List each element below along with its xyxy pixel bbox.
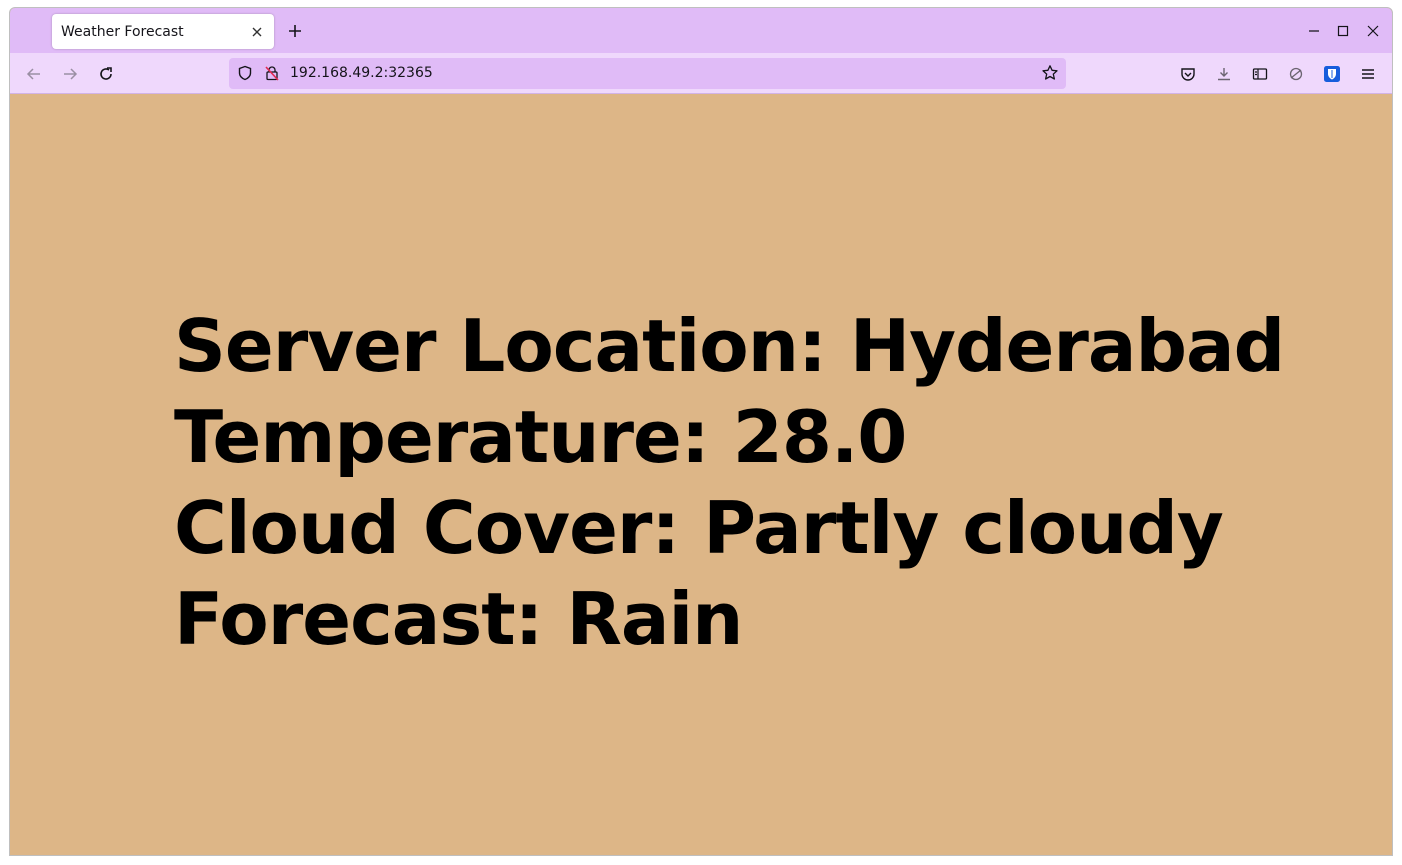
tab-bar: Weather Forecast [10, 8, 1392, 53]
pocket-icon[interactable] [1175, 61, 1201, 87]
shield-icon[interactable] [236, 64, 254, 82]
url-text: 192.168.49.2:32365 [290, 65, 433, 81]
download-icon[interactable] [1211, 61, 1237, 87]
close-window-icon[interactable] [1362, 20, 1384, 42]
page-content: Server Location: Hyderabad Temperature: … [10, 94, 1392, 855]
server-location-line: Server Location: Hyderabad [174, 304, 1285, 388]
cloud-cover-line: Cloud Cover: Partly cloudy [174, 486, 1224, 570]
navigation-toolbar: 192.168.49.2:32365 [10, 53, 1392, 94]
weather-info: Server Location: Hyderabad Temperature: … [174, 301, 1285, 665]
reload-icon[interactable] [93, 61, 119, 87]
extension-icon[interactable] [1283, 61, 1309, 87]
close-icon[interactable] [247, 22, 267, 42]
url-bar[interactable]: 192.168.49.2:32365 [229, 58, 1066, 89]
tab-weather-forecast[interactable]: Weather Forecast [52, 14, 274, 49]
arrow-left-icon[interactable] [21, 61, 47, 87]
tab-title: Weather Forecast [61, 23, 184, 40]
temperature-line: Temperature: 28.0 [174, 395, 907, 479]
star-icon[interactable] [1041, 64, 1059, 82]
hamburger-icon[interactable] [1355, 61, 1381, 87]
plus-icon[interactable] [284, 20, 306, 42]
bitwarden-icon[interactable] [1319, 61, 1345, 87]
browser-window: Weather Forecast 192.168.49.2:32365 Serv… [9, 7, 1393, 856]
maximize-icon[interactable] [1332, 20, 1354, 42]
forecast-line: Forecast: Rain [174, 577, 743, 661]
arrow-right-icon[interactable] [57, 61, 83, 87]
minimize-icon[interactable] [1303, 20, 1325, 42]
sidebar-icon[interactable] [1247, 61, 1273, 87]
insecure-lock-icon[interactable] [263, 64, 281, 82]
